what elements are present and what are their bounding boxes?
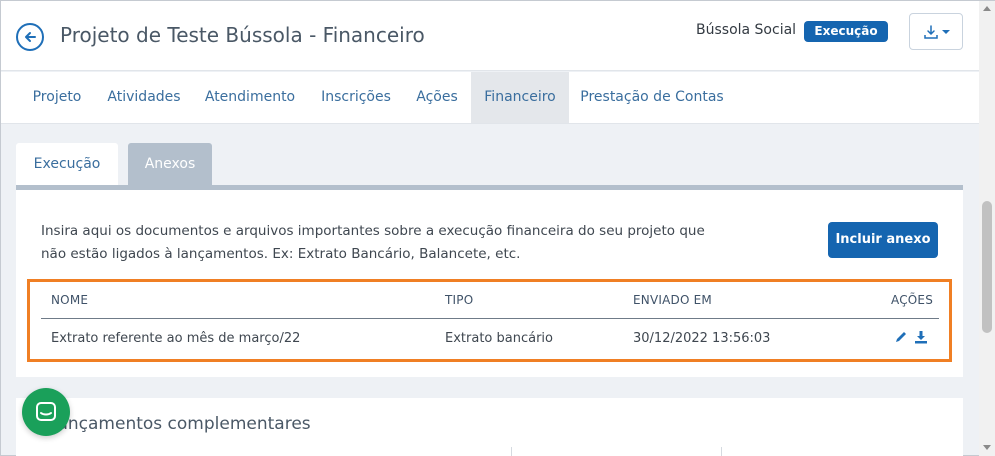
organization-name: Bússola Social — [696, 22, 797, 38]
column-divider — [511, 447, 512, 456]
scrollbar-thumb[interactable] — [982, 201, 992, 333]
scroll-down-arrow-icon[interactable] — [983, 445, 991, 450]
description-line-2: não estão ligados à lançamentos. Ex: Ext… — [41, 246, 521, 262]
chat-launcher-button[interactable] — [22, 388, 70, 436]
tab-projeto[interactable]: Projeto — [19, 72, 95, 123]
scroll-up-arrow-icon[interactable] — [983, 6, 991, 11]
page-header: Projeto de Teste Bússola - Financeiro Bú… — [1, 1, 979, 71]
description-line-1: Insira aqui os documentos e arquivos imp… — [41, 223, 705, 239]
tab-acoes[interactable]: Ações — [407, 72, 467, 123]
tab-prestacao-de-contas[interactable]: Prestação de Contas — [577, 72, 727, 123]
table-highlight-frame — [27, 279, 952, 362]
back-button[interactable] — [16, 23, 44, 51]
tab-inscricoes[interactable]: Inscrições — [313, 72, 399, 123]
main-nav: Projeto Atividades Atendimento Inscriçõe… — [1, 72, 979, 124]
status-badge: Execução — [804, 21, 888, 42]
download-dropdown-button[interactable] — [909, 13, 963, 50]
scrollbar[interactable] — [979, 1, 995, 456]
page-title: Projeto de Teste Bússola - Financeiro — [60, 23, 425, 47]
tab-atividades[interactable]: Atividades — [102, 72, 186, 123]
chat-icon — [36, 402, 56, 421]
tab-atendimento[interactable]: Atendimento — [198, 72, 302, 123]
subtab-anexos[interactable]: Anexos — [128, 143, 212, 185]
section-title: Lançamentos complementares — [48, 414, 311, 434]
arrow-left-icon — [25, 32, 36, 42]
attachments-description: Insira aqui os documentos e arquivos imp… — [41, 220, 731, 266]
download-icon — [923, 24, 938, 39]
chevron-down-icon — [941, 29, 950, 34]
subtab-execucao[interactable]: Execução — [16, 143, 118, 185]
add-attachment-button[interactable]: Incluir anexo — [828, 222, 938, 258]
tab-financeiro[interactable]: Financeiro — [471, 72, 569, 123]
column-divider — [721, 447, 722, 456]
